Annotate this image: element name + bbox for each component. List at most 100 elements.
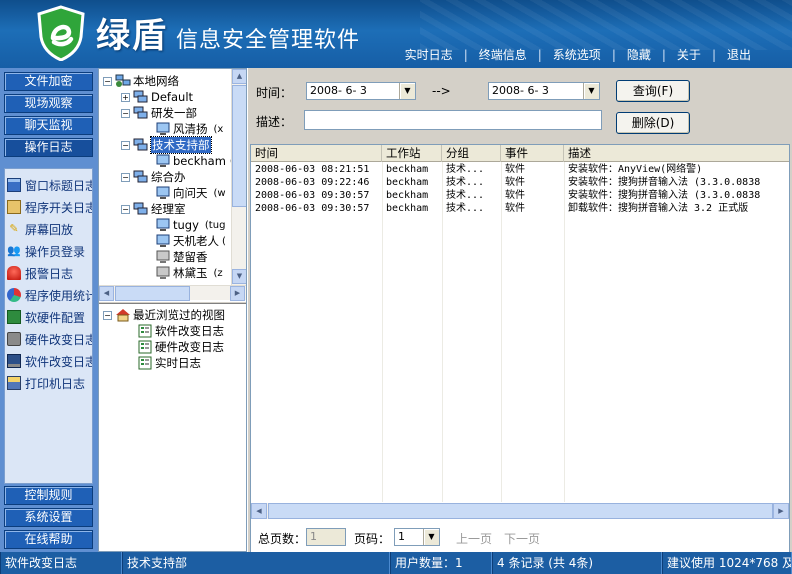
tree-node-computer[interactable]: 天机老人 ( <box>155 233 226 249</box>
nav-about[interactable]: 关于 <box>674 46 704 63</box>
sidebar-item-hardware-change-log[interactable]: 硬件改变日志 <box>7 329 92 349</box>
table-row[interactable]: 2008-06-03 09:30:57 beckham 技术... 软件 卸载软… <box>251 202 789 215</box>
column-header-event[interactable]: 事件 <box>501 145 564 162</box>
nav-button-control-rules[interactable]: 控制规则 <box>4 486 93 505</box>
tree-node-computer[interactable]: beckham ( <box>155 153 231 169</box>
next-page-link[interactable]: 下一页 <box>504 530 540 547</box>
recent-view-item[interactable]: 实时日志 <box>137 355 201 371</box>
date-range-arrow: --> <box>432 84 451 98</box>
page-number-label: 页码： <box>354 532 391 546</box>
pagination-bar: 总页数： 1 页码： 1 ▼ 上一页 下一页 <box>248 526 792 552</box>
nav-button-file-encrypt[interactable]: 文件加密 <box>4 72 93 91</box>
tree-node-label: 软件改变日志 <box>155 324 224 338</box>
chevron-down-icon[interactable]: ▼ <box>399 83 415 99</box>
tree-node-computer[interactable]: 楚留香 <box>155 249 208 265</box>
nav-button-live-view[interactable]: 现场观察 <box>4 94 93 113</box>
cell-time: 2008-06-03 09:30:57 <box>255 203 370 214</box>
description-input[interactable] <box>304 110 602 130</box>
log-view-icon <box>138 356 152 370</box>
nav-button-operation-log[interactable]: 操作日志 <box>4 138 93 157</box>
nav-system-options[interactable]: 系统选项 <box>550 46 604 63</box>
nav-button-chat-monitor[interactable]: 聊天监视 <box>4 116 93 135</box>
tree-node-computer[interactable]: 风清扬 (x <box>155 121 223 137</box>
tree-horizontal-scrollbar[interactable]: ◀ ▶ <box>99 285 246 301</box>
tree-node-group-general-office[interactable]: − 综合办 <box>121 169 186 185</box>
collapse-icon[interactable]: − <box>103 76 112 86</box>
tree-node-group-tech-support[interactable]: − 技术支持部 <box>121 136 212 154</box>
scroll-thumb[interactable] <box>268 503 773 519</box>
tree-node-label: 最近浏览过的视图 <box>133 308 225 322</box>
prev-page-link[interactable]: 上一页 <box>456 530 492 547</box>
column-header-group[interactable]: 分组 <box>442 145 501 162</box>
tree-node-computer[interactable]: tugy (tug <box>155 217 225 233</box>
window-icon <box>7 178 21 192</box>
tree-node-computer[interactable]: 林黛玉 (z <box>155 265 223 281</box>
tree-node-group-manager-office[interactable]: − 经理室 <box>121 201 186 217</box>
collapse-icon[interactable]: − <box>103 310 112 320</box>
sidebar-item-screen-replay[interactable]: ✎ 屏幕回放 <box>7 219 92 239</box>
tree-vertical-scrollbar[interactable]: ▲ ▼ <box>231 69 246 285</box>
tree-node-computer[interactable]: 向问天 (w <box>155 185 226 201</box>
table-horizontal-scrollbar[interactable]: ◀ ▶ <box>251 503 789 519</box>
sidebar-item-operator-login[interactable]: 👥 操作员登录 <box>7 241 92 261</box>
computer-icon <box>156 122 170 135</box>
collapse-icon[interactable]: − <box>121 172 130 182</box>
date-to-picker[interactable]: 2008- 6- 3 ▼ <box>488 82 600 100</box>
expand-icon[interactable]: + <box>121 92 130 102</box>
nav-button-online-help[interactable]: 在线帮助 <box>4 530 93 549</box>
scroll-right-icon[interactable]: ▶ <box>230 286 245 301</box>
table-row[interactable]: 2008-06-03 09:22:46 beckham 技术... 软件 安装软… <box>251 176 789 189</box>
tree-node-group-rd1[interactable]: − 研发一部 <box>121 105 197 121</box>
recent-view-item[interactable]: 软件改变日志 <box>137 323 224 339</box>
delete-button[interactable]: 删除(D) <box>616 112 690 134</box>
scroll-left-icon[interactable]: ◀ <box>99 286 114 301</box>
scroll-thumb[interactable] <box>115 286 190 301</box>
nav-button-system-settings[interactable]: 系统设置 <box>4 508 93 527</box>
tree-node-label: 天机老人 <box>173 234 219 248</box>
recent-view-item[interactable]: 硬件改变日志 <box>137 339 224 355</box>
sidebar-item-program-switch-log[interactable]: 程序开关日志 <box>7 197 92 217</box>
alarm-icon <box>7 266 21 280</box>
date-from-picker[interactable]: 2008- 6- 3 ▼ <box>306 82 416 100</box>
scroll-thumb[interactable] <box>232 85 246 207</box>
tree-node-group-default[interactable]: + Default <box>121 89 193 105</box>
nav-realtime-log[interactable]: 实时日志 <box>402 46 456 63</box>
nav-hide[interactable]: 隐藏 <box>624 46 654 63</box>
panel-splitter[interactable] <box>99 301 246 304</box>
group-icon <box>133 90 148 103</box>
sidebar-item-software-change-log[interactable]: 软件改变日志 <box>7 351 92 371</box>
cell-time: 2008-06-03 09:22:46 <box>255 177 370 188</box>
scroll-left-icon[interactable]: ◀ <box>251 503 267 519</box>
cell-time: 2008-06-03 09:30:57 <box>255 190 370 201</box>
nav-separator: | <box>463 47 468 62</box>
scroll-down-icon[interactable]: ▼ <box>232 269 246 284</box>
collapse-icon[interactable]: − <box>121 140 130 150</box>
scroll-up-icon[interactable]: ▲ <box>232 69 246 84</box>
chevron-down-icon[interactable]: ▼ <box>583 83 599 99</box>
sidebar-item-window-title-log[interactable]: 窗口标题日志 <box>7 175 92 195</box>
tree-node-root[interactable]: − 本地网络 <box>103 73 179 89</box>
app-header: 绿盾 信息安全管理软件 实时日志 | 终端信息 | 系统选项 | 隐藏 | 关于… <box>0 0 792 68</box>
query-button[interactable]: 查询(F) <box>616 80 690 102</box>
column-header-workstation[interactable]: 工作站 <box>382 145 442 162</box>
table-row[interactable]: 2008-06-03 09:30:57 beckham 技术... 软件 安装软… <box>251 189 789 202</box>
scroll-right-icon[interactable]: ▶ <box>773 503 789 519</box>
sidebar-item-printer-log[interactable]: 打印机日志 <box>7 373 92 393</box>
chevron-down-icon[interactable]: ▼ <box>423 529 439 545</box>
cell-time: 2008-06-03 08:21:51 <box>255 164 370 175</box>
collapse-icon[interactable]: − <box>121 108 130 118</box>
cell-group: 技术... <box>446 203 485 214</box>
tree-node-recent-root[interactable]: − 最近浏览过的视图 <box>103 307 225 323</box>
tree-node-suffix: (x <box>213 123 224 135</box>
sidebar-item-alarm-log[interactable]: 报警日志 <box>7 263 92 283</box>
collapse-icon[interactable]: − <box>121 204 130 214</box>
status-user-count: 用户数量：1 <box>390 552 492 574</box>
nav-exit[interactable]: 退出 <box>724 46 754 63</box>
sidebar-item-hw-sw-config[interactable]: 软硬件配置 <box>7 307 92 327</box>
table-row[interactable]: 2008-06-03 08:21:51 beckham 技术... 软件 安装软… <box>251 163 789 176</box>
page-number-select[interactable]: 1 ▼ <box>394 528 440 546</box>
sidebar-item-program-usage-stats[interactable]: 程序使用统计 <box>7 285 92 305</box>
column-header-time[interactable]: 时间 <box>251 145 382 162</box>
column-header-description[interactable]: 描述 <box>564 145 789 162</box>
nav-terminal-info[interactable]: 终端信息 <box>476 46 530 63</box>
